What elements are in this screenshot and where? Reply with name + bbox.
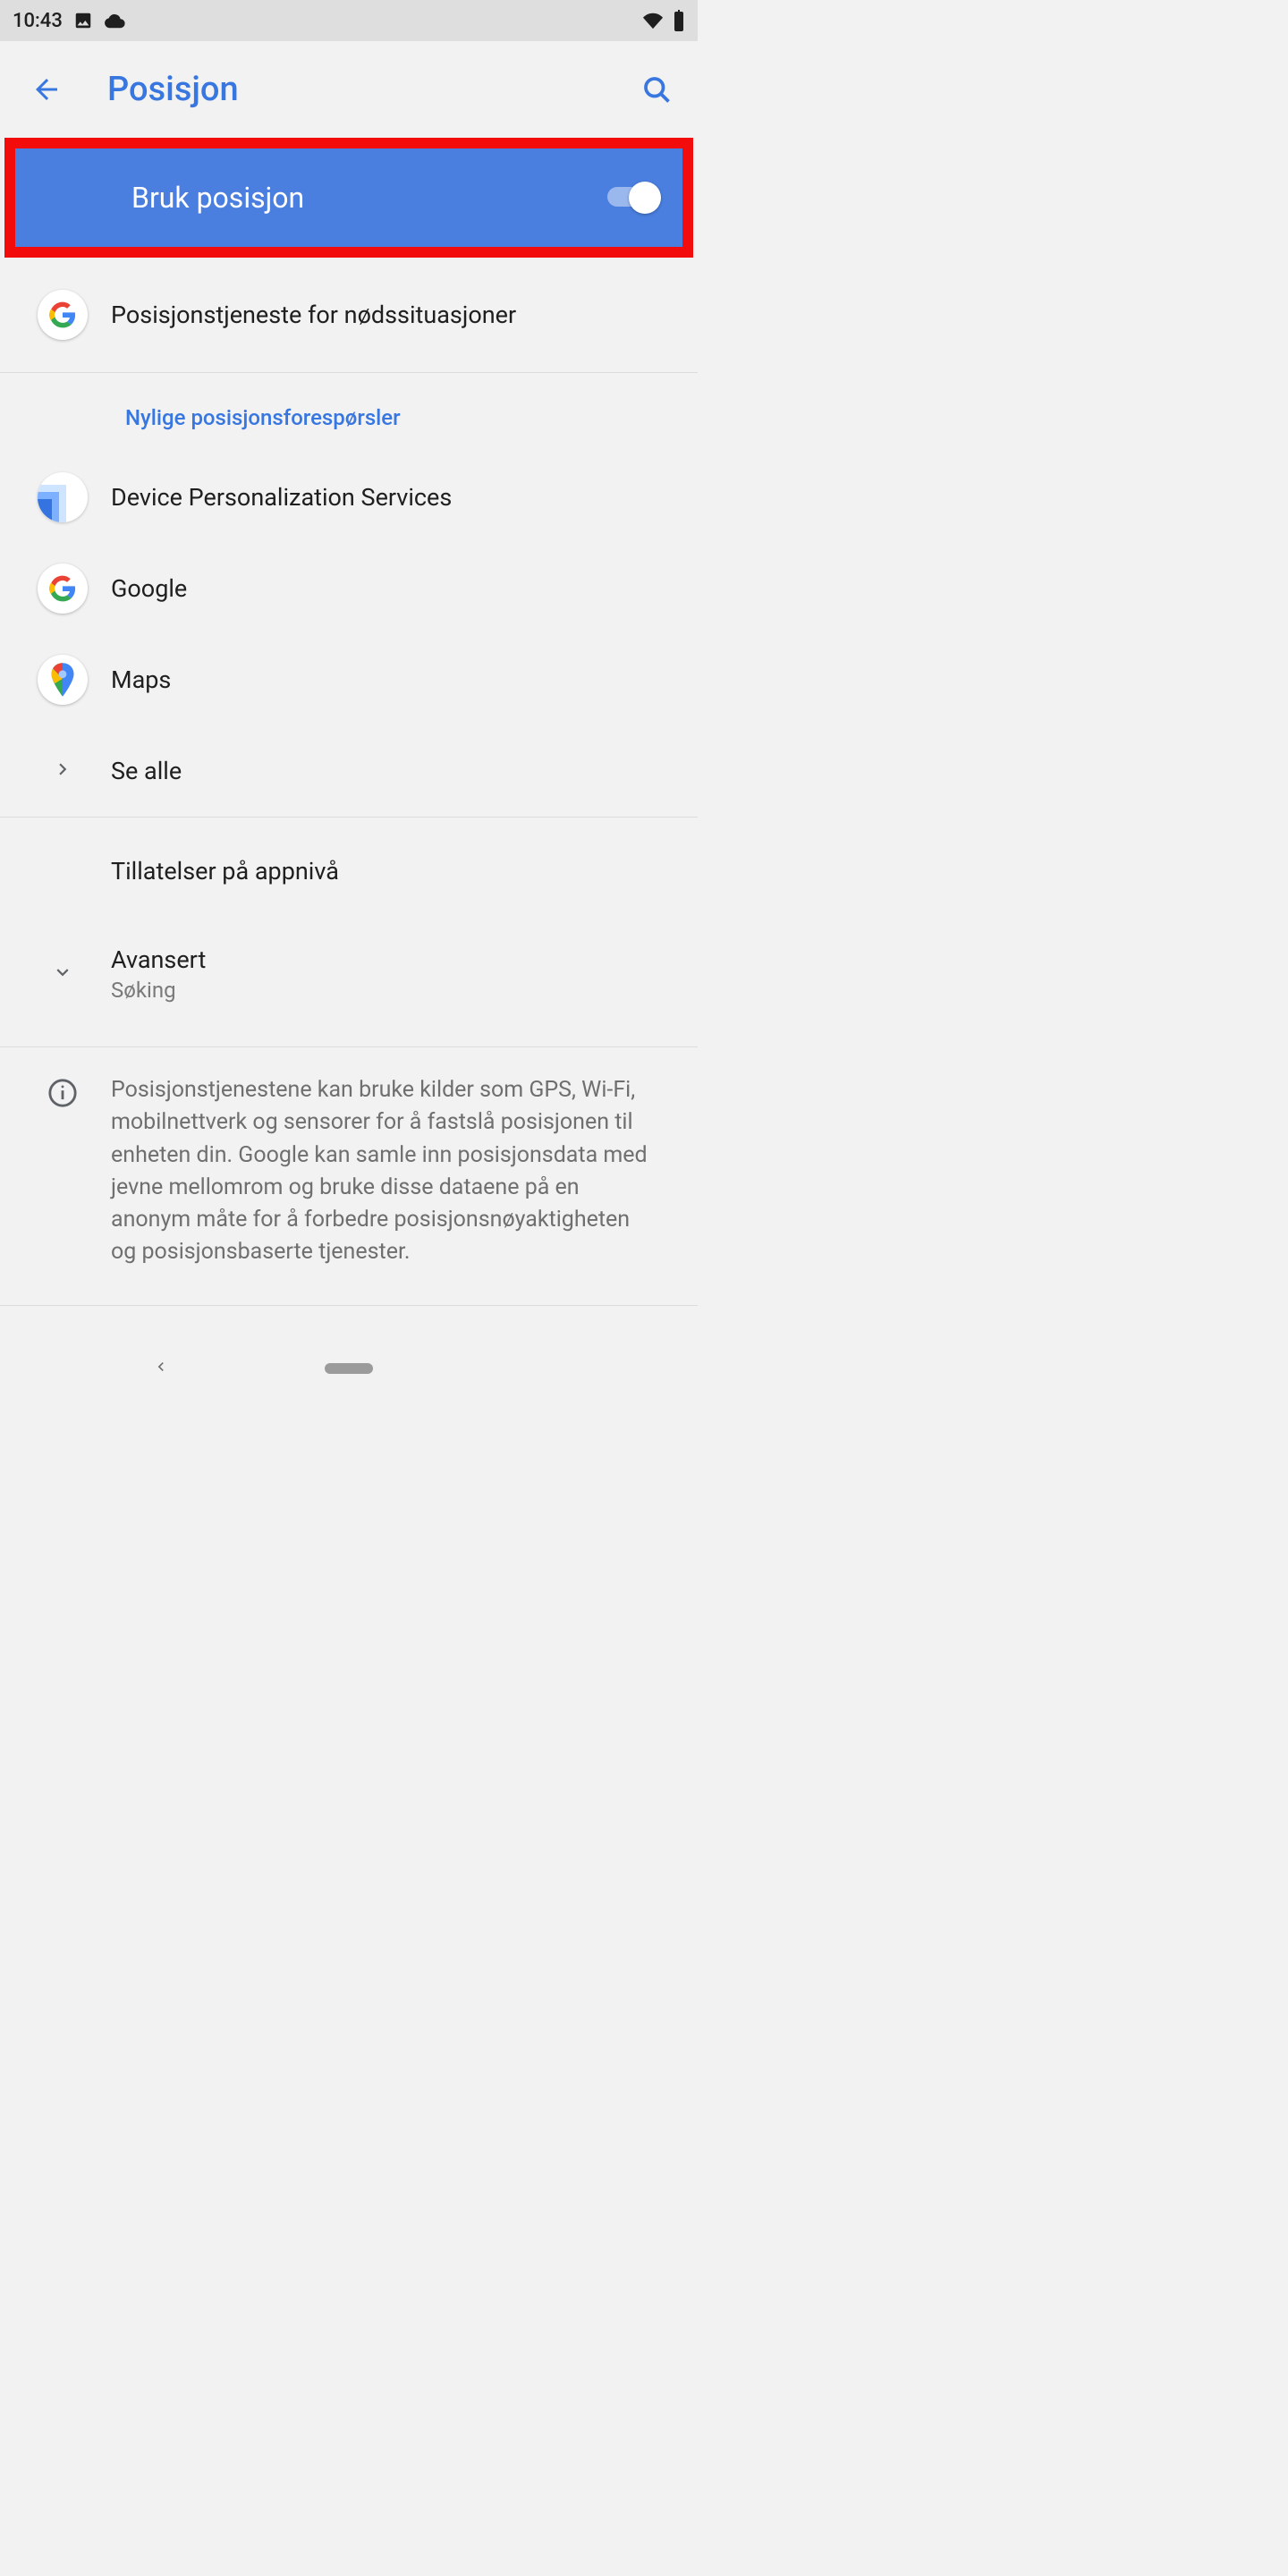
google-g-icon: [38, 290, 88, 340]
app-label: Google: [111, 574, 669, 603]
nav-home-pill[interactable]: [325, 1363, 373, 1374]
nav-back-button[interactable]: [152, 1358, 170, 1379]
app-row-dps[interactable]: Device Personalization Services: [0, 452, 698, 543]
highlight-box: Bruk posisjon: [4, 138, 693, 258]
app-row-maps[interactable]: Maps: [0, 634, 698, 725]
status-time: 10:43: [13, 10, 63, 32]
wifi-icon: [642, 11, 664, 30]
divider: [0, 1305, 698, 1306]
search-button[interactable]: [630, 73, 683, 106]
emergency-location-label: Posisjonstjeneste for nødssituasjoner: [111, 301, 669, 329]
app-row-google[interactable]: Google: [0, 543, 698, 634]
image-icon: [73, 11, 93, 30]
battery-icon: [673, 10, 685, 31]
info-icon: [47, 1078, 78, 1269]
appbar: Posisjon: [0, 41, 698, 138]
use-location-label: Bruk posisjon: [131, 181, 607, 215]
dps-icon: [38, 472, 88, 522]
recent-requests-header: Nylige posisjonsforespørsler: [0, 373, 698, 452]
advanced-subtitle: Søking: [111, 978, 669, 1003]
chevron-right-icon: [51, 758, 74, 784]
info-text: Posisjonstjenestene kan bruke kilder som…: [111, 1074, 683, 1269]
app-label: Maps: [111, 665, 669, 694]
page-title: Posisjon: [79, 70, 630, 109]
cloud-icon: [104, 11, 125, 30]
app-label: Device Personalization Services: [111, 483, 669, 512]
emergency-location-row[interactable]: Posisjonstjeneste for nødssituasjoner: [0, 258, 698, 372]
maps-icon: [38, 655, 88, 705]
statusbar: 10:43: [0, 0, 698, 41]
chevron-down-icon: [51, 961, 74, 987]
google-icon: [38, 564, 88, 614]
navbar: [0, 1342, 698, 1395]
app-permissions-label: Tillatelser på appnivå: [111, 857, 669, 886]
use-location-switch[interactable]: [607, 182, 661, 214]
app-permissions-row[interactable]: Tillatelser på appnivå: [0, 818, 698, 925]
see-all-row[interactable]: Se alle: [0, 725, 698, 817]
advanced-row[interactable]: Avansert Søking: [0, 925, 698, 1023]
use-location-row[interactable]: Bruk posisjon: [15, 148, 682, 247]
advanced-title: Avansert: [111, 945, 669, 974]
info-row: Posisjonstjenestene kan bruke kilder som…: [0, 1047, 698, 1305]
see-all-label: Se alle: [111, 757, 669, 785]
back-button[interactable]: [14, 73, 79, 106]
